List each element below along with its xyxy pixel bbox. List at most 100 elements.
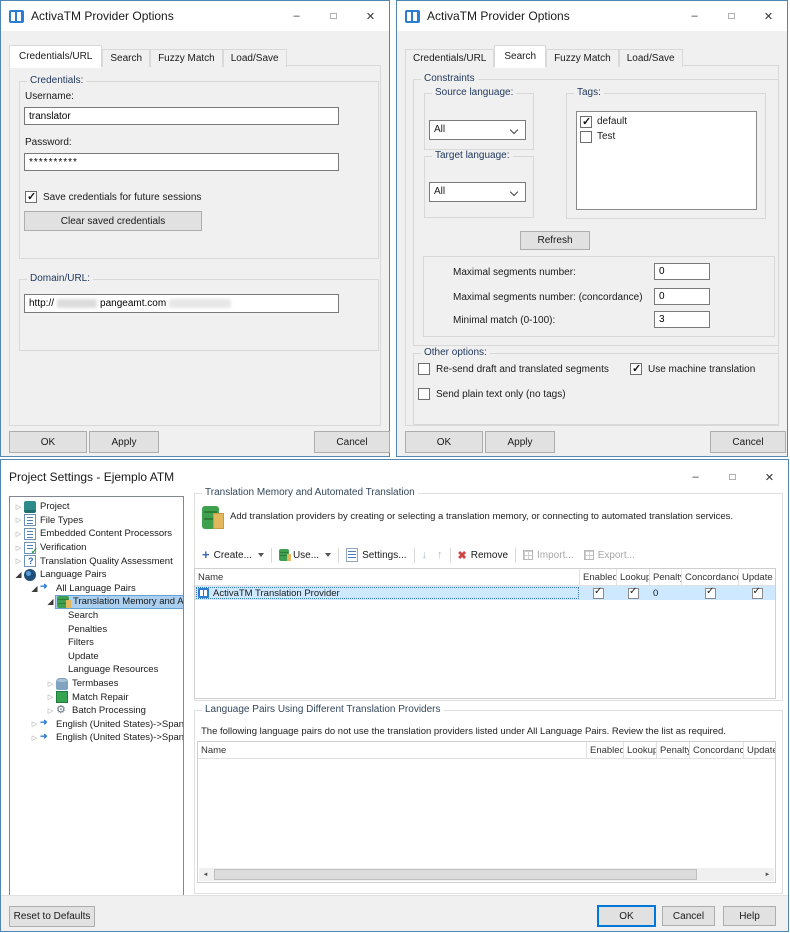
tree-item-file-types[interactable]: File Types — [10, 514, 183, 528]
column-update[interactable]: Update — [739, 569, 775, 585]
send-plain-text-checkbox[interactable] — [418, 388, 430, 400]
tab-load-save[interactable]: Load/Save — [618, 49, 683, 67]
minimize-button[interactable]: – — [677, 460, 714, 494]
tree-item-language-pair-en-es-2[interactable]: English (United States)->Spanish — [10, 731, 183, 745]
tree-item-translation-quality-assessment[interactable]: Translation Quality Assessment — [10, 554, 183, 568]
column-enabled[interactable]: Enabled — [587, 742, 624, 758]
tree-item-termbases[interactable]: Termbases — [10, 677, 183, 691]
enabled-checkbox[interactable] — [593, 586, 604, 599]
use-button[interactable]: Use... — [274, 549, 336, 561]
column-concordance[interactable]: Concordance — [682, 569, 739, 585]
scrollbar-track[interactable] — [212, 868, 761, 881]
tree-item-search[interactable]: Search — [10, 609, 183, 623]
username-field[interactable] — [24, 107, 339, 125]
cancel-button[interactable]: Cancel — [314, 431, 390, 453]
close-button[interactable]: ✕ — [751, 460, 788, 494]
expander-collapsed-icon[interactable] — [13, 503, 24, 511]
titlebar[interactable]: ActivaTM Provider Options – □ ✕ — [397, 1, 787, 31]
maximize-button[interactable]: □ — [713, 1, 750, 31]
tree-item-project[interactable]: Project — [10, 500, 183, 514]
lookup-checkbox[interactable] — [628, 586, 639, 599]
domain-url-field[interactable]: http:// pangeamt.com — [24, 294, 339, 313]
help-button[interactable]: Help — [723, 906, 776, 926]
column-name[interactable]: Name — [195, 569, 580, 585]
column-lookup[interactable]: Lookup — [624, 742, 657, 758]
expander-collapsed-icon[interactable] — [13, 516, 24, 524]
expander-collapsed-icon[interactable] — [13, 530, 24, 538]
tree-item-update[interactable]: Update — [10, 650, 183, 664]
expander-collapsed-icon[interactable] — [45, 707, 56, 715]
minimize-button[interactable]: – — [278, 1, 315, 31]
tree-item-language-pair-en-es-1[interactable]: English (United States)->Spanish — [10, 718, 183, 732]
ok-button[interactable]: OK — [405, 431, 483, 453]
concordance-checkbox[interactable] — [705, 586, 716, 599]
create-button[interactable]: + Create... — [197, 548, 269, 561]
expander-collapsed-icon[interactable] — [29, 734, 40, 742]
ok-button[interactable]: OK — [598, 906, 655, 926]
column-enabled[interactable]: Enabled — [580, 569, 617, 585]
scroll-left-icon[interactable]: ◄ — [199, 868, 212, 881]
language-pairs-table[interactable]: Name Enabled Lookup Penalty Concordance … — [197, 741, 776, 883]
close-button[interactable]: ✕ — [750, 1, 787, 31]
target-language-combobox[interactable]: All — [429, 182, 526, 202]
tree-item-verification[interactable]: Verification — [10, 541, 183, 554]
tree-item-language-pairs[interactable]: Language Pairs — [10, 568, 183, 582]
column-lookup[interactable]: Lookup — [617, 569, 650, 585]
titlebar[interactable]: ActivaTM Provider Options – □ ✕ — [1, 1, 389, 31]
expander-collapsed-icon[interactable] — [13, 544, 24, 552]
tab-credentials-url[interactable]: Credentials/URL — [405, 49, 495, 67]
export-button[interactable]: Export... — [579, 550, 640, 561]
scroll-right-icon[interactable]: ► — [761, 868, 774, 881]
tree-item-embedded-content-processors[interactable]: Embedded Content Processors — [10, 527, 183, 541]
horizontal-scrollbar[interactable]: ◄ ► — [199, 868, 774, 881]
settings-tree[interactable]: Project File Types Embedded Content Proc… — [9, 496, 184, 896]
tree-item-language-resources[interactable]: Language Resources — [10, 663, 183, 677]
tab-credentials-url[interactable]: Credentials/URL — [9, 45, 103, 68]
source-language-combobox[interactable]: All — [429, 120, 526, 140]
tag-test-checkbox[interactable] — [580, 130, 592, 143]
apply-button[interactable]: Apply — [485, 431, 555, 453]
maximize-button[interactable]: □ — [714, 460, 751, 494]
remove-button[interactable]: ✖ Remove — [453, 549, 513, 562]
providers-table[interactable]: Name Enabled Lookup Penalty Concordance … — [194, 568, 776, 699]
cancel-button[interactable]: Cancel — [710, 431, 786, 453]
enabled-cell[interactable] — [580, 586, 617, 600]
expander-collapsed-icon[interactable] — [13, 557, 24, 565]
expander-expanded-icon[interactable] — [13, 570, 24, 579]
use-machine-translation-checkbox[interactable] — [630, 362, 642, 375]
provider-name-cell[interactable]: ActivaTM Translation Provider — [195, 586, 580, 600]
move-up-button[interactable]: ↑ — [432, 549, 448, 561]
tag-list-item[interactable]: default — [580, 114, 753, 129]
import-button[interactable]: Import... — [518, 550, 579, 561]
clear-saved-credentials-button[interactable]: Clear saved credentials — [24, 211, 202, 231]
apply-button[interactable]: Apply — [89, 431, 159, 453]
scrollbar-thumb[interactable] — [214, 869, 698, 880]
minimize-button[interactable]: – — [676, 1, 713, 31]
tags-listbox[interactable]: default Test — [576, 111, 757, 210]
save-credentials-checkbox[interactable] — [25, 190, 37, 203]
tab-search[interactable]: Search — [494, 45, 547, 68]
expander-collapsed-icon[interactable] — [45, 693, 56, 701]
update-checkbox[interactable] — [751, 586, 763, 599]
settings-button[interactable]: Settings... — [341, 548, 411, 562]
expander-collapsed-icon[interactable] — [29, 720, 40, 728]
provider-table-row[interactable]: ActivaTM Translation Provider 0 — [195, 586, 775, 600]
refresh-button[interactable]: Refresh — [520, 231, 590, 250]
reset-to-defaults-button[interactable]: Reset to Defaults — [9, 906, 95, 927]
concordance-cell[interactable] — [682, 586, 739, 600]
tree-item-penalties[interactable]: Penalties — [10, 622, 183, 636]
penalty-cell[interactable]: 0 — [650, 586, 682, 600]
tag-default-checkbox[interactable] — [580, 115, 592, 128]
expander-expanded-icon[interactable] — [29, 584, 40, 593]
max-segments-field[interactable] — [654, 263, 710, 280]
tree-item-match-repair[interactable]: Match Repair — [10, 690, 183, 704]
tree-item-translation-memory[interactable]: Translation Memory and Auto — [10, 595, 183, 609]
tree-item-batch-processing[interactable]: Batch Processing — [10, 704, 183, 718]
max-segments-concordance-field[interactable] — [654, 288, 710, 305]
column-update[interactable]: Update — [744, 742, 775, 758]
move-down-button[interactable]: ↓ — [417, 549, 433, 561]
lookup-cell[interactable] — [617, 586, 650, 600]
column-name[interactable]: Name — [198, 742, 587, 758]
tab-search[interactable]: Search — [102, 49, 151, 67]
expander-expanded-icon[interactable] — [45, 597, 56, 606]
